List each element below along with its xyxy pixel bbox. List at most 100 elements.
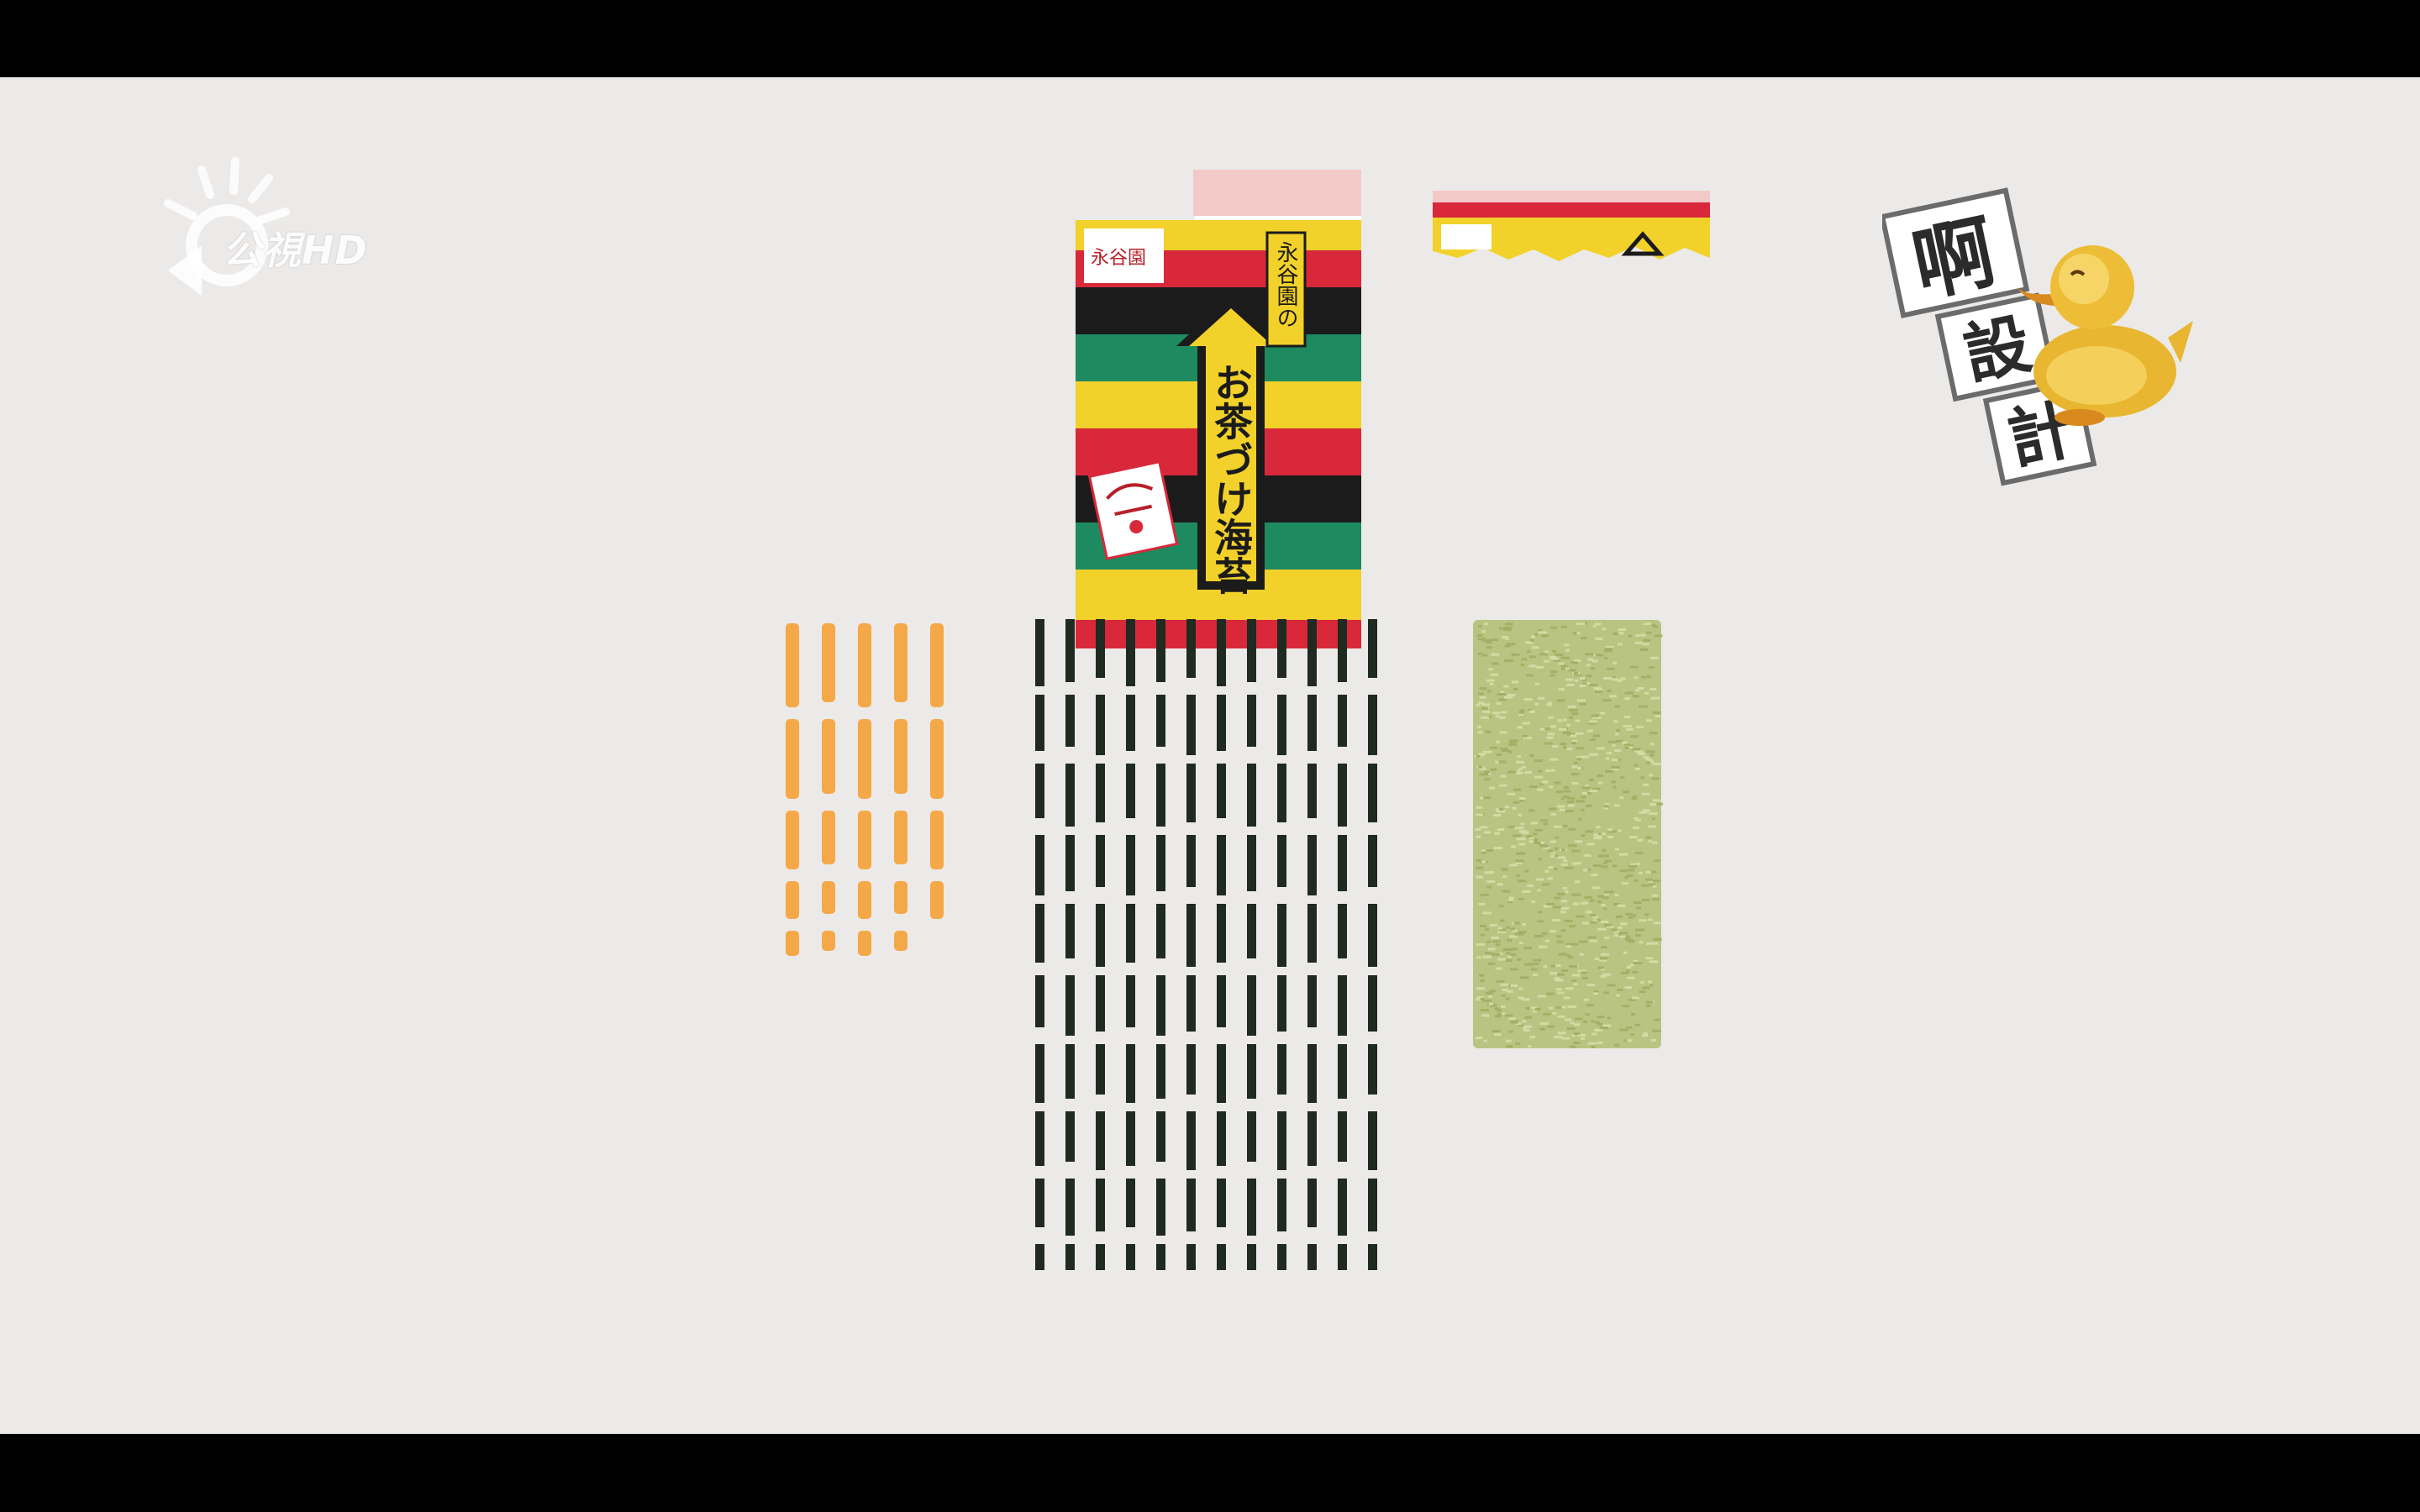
seaweed-strip bbox=[1368, 975, 1377, 1032]
rice-cracker-bit bbox=[1479, 924, 1487, 927]
rice-cracker-bit bbox=[1553, 825, 1562, 828]
rice-cracker-bit bbox=[1534, 759, 1544, 763]
rice-cracker-bit bbox=[1592, 734, 1601, 738]
rice-cracker-bit bbox=[1484, 871, 1493, 874]
rice-cracker-bit bbox=[1534, 842, 1541, 845]
rice-cracker-bit bbox=[1607, 1016, 1611, 1020]
rice-cracker-bit bbox=[1499, 784, 1507, 787]
seaweed-strip bbox=[1277, 904, 1286, 967]
rice-cracker-bit bbox=[1570, 734, 1577, 738]
rice-cracker-bit bbox=[1539, 1022, 1549, 1026]
seaweed-strip bbox=[1156, 619, 1165, 682]
rice-cracker-bit bbox=[1591, 1032, 1597, 1036]
rice-cracker-bit bbox=[1509, 741, 1517, 744]
rice-cracker-bit bbox=[1567, 804, 1576, 807]
rice-cracker-bit bbox=[1645, 878, 1654, 881]
rice-cracker-bit bbox=[1516, 771, 1523, 774]
seaweed-strip bbox=[1368, 764, 1377, 822]
rice-cracker-bit bbox=[1514, 827, 1524, 830]
rice-cracker-bit bbox=[1544, 727, 1550, 731]
rice-cracker-bit bbox=[1554, 896, 1561, 900]
rice-cracker-bit bbox=[1557, 1032, 1566, 1035]
rice-cracker-bit bbox=[1655, 715, 1661, 718]
rice-cracker-bit bbox=[1565, 648, 1570, 652]
rice-cracker-bit bbox=[1646, 675, 1651, 679]
rice-cracker-bit bbox=[1501, 1012, 1506, 1016]
rice-cracker-bit bbox=[1560, 900, 1568, 903]
seaweed-strip bbox=[1247, 835, 1256, 891]
rice-cracker-bit bbox=[1565, 810, 1575, 813]
rice-cracker-bit bbox=[1557, 719, 1563, 722]
rice-cracker-bit bbox=[1619, 932, 1628, 935]
rice-cracker-bit bbox=[1582, 1021, 1587, 1024]
rice-cracker-bit bbox=[1652, 879, 1660, 883]
rice-cracker-bit bbox=[1573, 1041, 1581, 1044]
package-product-name: お茶づけ海苔 bbox=[1208, 363, 1254, 595]
rice-cracker-bit bbox=[1541, 780, 1549, 784]
rice-cracker-bit bbox=[1599, 957, 1608, 960]
rice-cracker-bit bbox=[1503, 1014, 1513, 1017]
rice-cracker-bit bbox=[1648, 665, 1655, 669]
rice-cracker-bit bbox=[1635, 906, 1642, 910]
seaweed-strip bbox=[1126, 1244, 1135, 1270]
rice-cracker-bit bbox=[1497, 958, 1507, 961]
rice-cracker-bit bbox=[1502, 875, 1507, 879]
pts-channel-label: 公視HD bbox=[223, 228, 368, 273]
rice-cracker-bit bbox=[1620, 776, 1625, 780]
rice-cracker-bit bbox=[1562, 824, 1568, 827]
rice-cracker-bit bbox=[1576, 767, 1582, 770]
seaweed-strip bbox=[1065, 1111, 1075, 1162]
rice-cracker-bit bbox=[1650, 743, 1655, 746]
rice-cracker-bit bbox=[1475, 828, 1481, 832]
rice-cracker-bit bbox=[1555, 790, 1565, 794]
carrot-stick bbox=[894, 881, 908, 914]
seaweed-strip bbox=[1126, 1111, 1135, 1166]
rice-cracker-bit bbox=[1606, 751, 1612, 754]
rice-cracker-bit bbox=[1652, 799, 1661, 802]
rice-cracker-bit bbox=[1555, 1006, 1562, 1010]
rice-cracker-bit bbox=[1573, 761, 1578, 764]
rice-cracker-bit bbox=[1628, 727, 1634, 731]
rice-cracker-bit bbox=[1634, 879, 1639, 882]
rice-cracker-bit bbox=[1478, 692, 1485, 696]
seaweed-strip bbox=[1065, 1244, 1075, 1270]
rice-cracker-bit bbox=[1497, 883, 1503, 886]
rice-cracker-bit bbox=[1544, 650, 1549, 654]
rice-cracker-bit bbox=[1587, 1042, 1597, 1045]
rice-cracker-bit bbox=[1569, 925, 1576, 928]
rice-cracker-bit bbox=[1584, 998, 1589, 1001]
rice-cracker-bit bbox=[1580, 637, 1587, 640]
rice-cracker-bit bbox=[1643, 638, 1651, 642]
rice-cracker-bit bbox=[1491, 1029, 1501, 1032]
rice-cracker-bit bbox=[1516, 837, 1526, 841]
rice-cracker-bit bbox=[1602, 627, 1607, 631]
rice-cracker-bit bbox=[1519, 843, 1525, 846]
rice-cracker-bit bbox=[1595, 826, 1601, 829]
rice-cracker-bit bbox=[1522, 1020, 1527, 1023]
rice-cracker-bit bbox=[1565, 678, 1574, 681]
seaweed-strip bbox=[1065, 1044, 1075, 1099]
rice-cracker-bit bbox=[1483, 796, 1491, 800]
rice-cracker-bit bbox=[1598, 781, 1603, 785]
rice-cracker-bit bbox=[1581, 976, 1588, 979]
rice-cracker-bit bbox=[1651, 841, 1658, 844]
seaweed-strip bbox=[1096, 1179, 1105, 1231]
rice-cracker-bit bbox=[1589, 939, 1597, 942]
rice-cracker-bit bbox=[1476, 835, 1481, 838]
seaweed-strip bbox=[1247, 1244, 1256, 1270]
rice-cracker-bit bbox=[1498, 760, 1507, 764]
rice-cracker-bit bbox=[1552, 1011, 1557, 1015]
seaweed-strip bbox=[1035, 1111, 1044, 1166]
rice-cracker-bit bbox=[1514, 932, 1524, 936]
rice-cracker-bit bbox=[1507, 938, 1512, 942]
carrot-stick bbox=[822, 931, 835, 951]
rice-cracker-bit bbox=[1512, 680, 1519, 684]
rice-cracker-bit bbox=[1581, 795, 1586, 799]
seaweed-strip bbox=[1065, 695, 1075, 747]
rice-cracker-bit bbox=[1525, 641, 1534, 644]
rice-cracker-bit bbox=[1532, 973, 1539, 976]
rice-cracker-bit bbox=[1543, 822, 1549, 826]
rice-cracker-bit bbox=[1483, 831, 1491, 834]
rice-cracker-bit bbox=[1549, 972, 1558, 975]
rice-cracker-bit bbox=[1564, 919, 1573, 922]
